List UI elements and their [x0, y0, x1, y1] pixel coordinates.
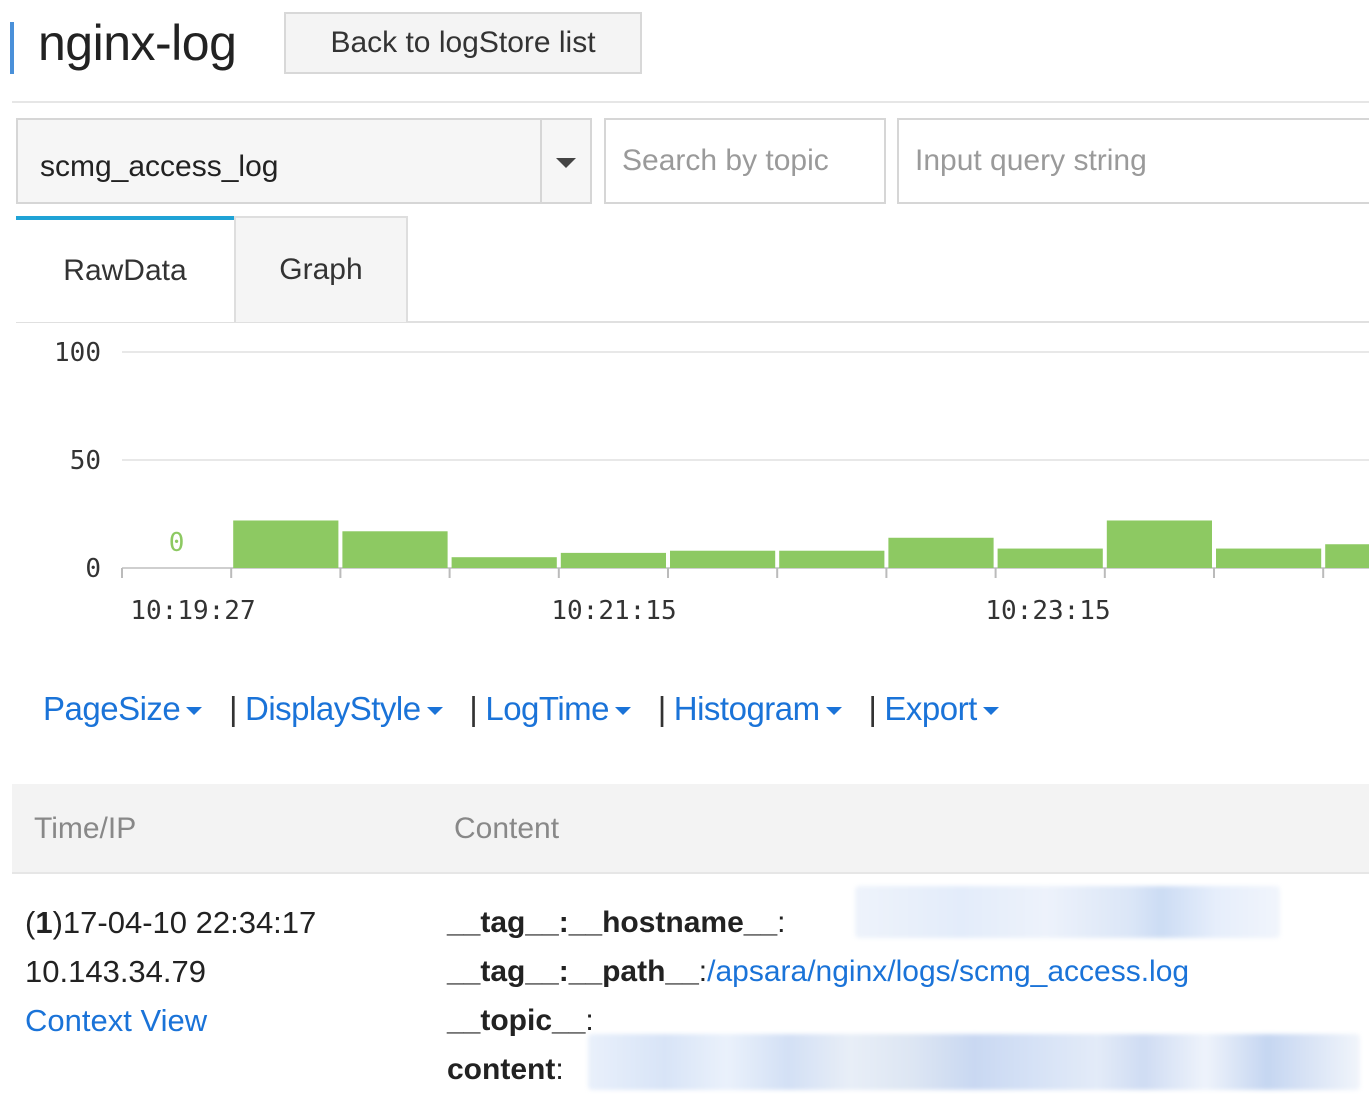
caret-down-icon — [825, 707, 842, 716]
field-path: __tag__:__path__:/apsara/nginx/logs/scmg… — [447, 955, 1190, 988]
query-string-input[interactable] — [897, 118, 1369, 204]
pagesize-menu[interactable]: PageSize — [43, 690, 203, 727]
logstore-select[interactable]: scmg_access_log — [16, 118, 592, 204]
column-header-content: Content — [454, 812, 560, 845]
histogram-bar — [560, 552, 666, 568]
log-table-header: Time/IP Content — [12, 784, 1369, 874]
topic-search-input[interactable] — [604, 118, 886, 204]
column-header-time-ip: Time/IP — [34, 812, 137, 845]
x-tick-label: 10:21:15 — [551, 596, 676, 626]
log-row-time-ip: (1)17-04-10 22:34:17 10.143.34.79 Contex… — [25, 898, 316, 1045]
histogram-bar — [451, 557, 557, 568]
tab-graph[interactable]: Graph — [234, 216, 408, 322]
redacted-content-value — [588, 1034, 1360, 1090]
histogram-bar — [1325, 544, 1369, 568]
pagesize-label: PageSize — [43, 690, 181, 727]
field-key: __tag__:__path__ — [447, 955, 699, 988]
header-divider — [12, 101, 1369, 103]
histogram-bar — [779, 550, 885, 568]
y-tick-label: 50 — [70, 446, 101, 476]
caret-down-icon — [186, 707, 203, 716]
log-row-index: 1 — [35, 905, 53, 940]
caret-down-icon — [982, 707, 999, 716]
data-label: 0 — [169, 528, 185, 558]
x-tick-label: 10:19:27 — [130, 596, 255, 626]
histogram-bar — [1106, 520, 1212, 568]
histogram-bar — [670, 550, 776, 568]
y-tick-label: 100 — [54, 338, 101, 368]
logstore-select-toggle[interactable] — [540, 120, 590, 202]
caret-down-icon — [426, 707, 443, 716]
export-menu[interactable]: Export — [884, 690, 999, 727]
toolbar-separator: | — [228, 690, 238, 727]
field-key: __tag__:__hostname__ — [447, 906, 778, 939]
y-tick-label: 0 — [85, 554, 101, 584]
histogram-bar — [997, 548, 1103, 568]
caret-down-icon — [615, 707, 632, 716]
caret-down-icon — [556, 158, 576, 168]
context-view-link[interactable]: Context View — [25, 996, 316, 1045]
log-row-timestamp: 17-04-10 22:34:17 — [62, 905, 317, 940]
tab-rawdata[interactable]: RawData — [16, 216, 234, 322]
toolbar-separator: | — [469, 690, 478, 727]
toolbar-separator: | — [657, 690, 667, 727]
histogram-menu[interactable]: Histogram — [674, 690, 842, 727]
displaystyle-menu[interactable]: DisplayStyle — [245, 690, 443, 727]
log-row-ip: 10.143.34.79 — [25, 954, 207, 989]
logtime-label: LogTime — [485, 690, 610, 727]
export-label: Export — [884, 690, 977, 727]
histogram-chart: 100 50 0 0 10:19:27 10:21:15 10:23:15 — [54, 338, 1369, 626]
results-toolbar: PageSize | DisplayStyle | LogTime | Histogr… — [43, 690, 999, 728]
histogram-bar — [888, 537, 994, 568]
title-accent-bar — [10, 22, 14, 74]
logstore-select-value: scmg_access_log — [40, 150, 279, 183]
x-tick-label: 10:23:15 — [985, 596, 1110, 626]
histogram-label: Histogram — [673, 690, 820, 727]
histogram-bar — [342, 531, 448, 568]
logtime-menu[interactable]: LogTime — [485, 690, 632, 727]
redacted-hostname-value — [855, 886, 1280, 938]
field-value-link[interactable]: /apsara/nginx/logs/scmg_access.log — [707, 955, 1189, 988]
log-row-time: (1)17-04-10 22:34:17 — [25, 905, 317, 940]
field-key: __topic__ — [447, 1004, 586, 1037]
page-title: nginx-log — [38, 15, 237, 71]
field-key: content — [447, 1053, 556, 1086]
toolbar-separator: | — [868, 690, 877, 727]
displaystyle-label: DisplayStyle — [245, 690, 421, 727]
back-to-logstore-list-button[interactable]: Back to logStore list — [284, 12, 642, 74]
histogram-bar — [1216, 548, 1322, 568]
histogram-bar — [233, 520, 339, 568]
